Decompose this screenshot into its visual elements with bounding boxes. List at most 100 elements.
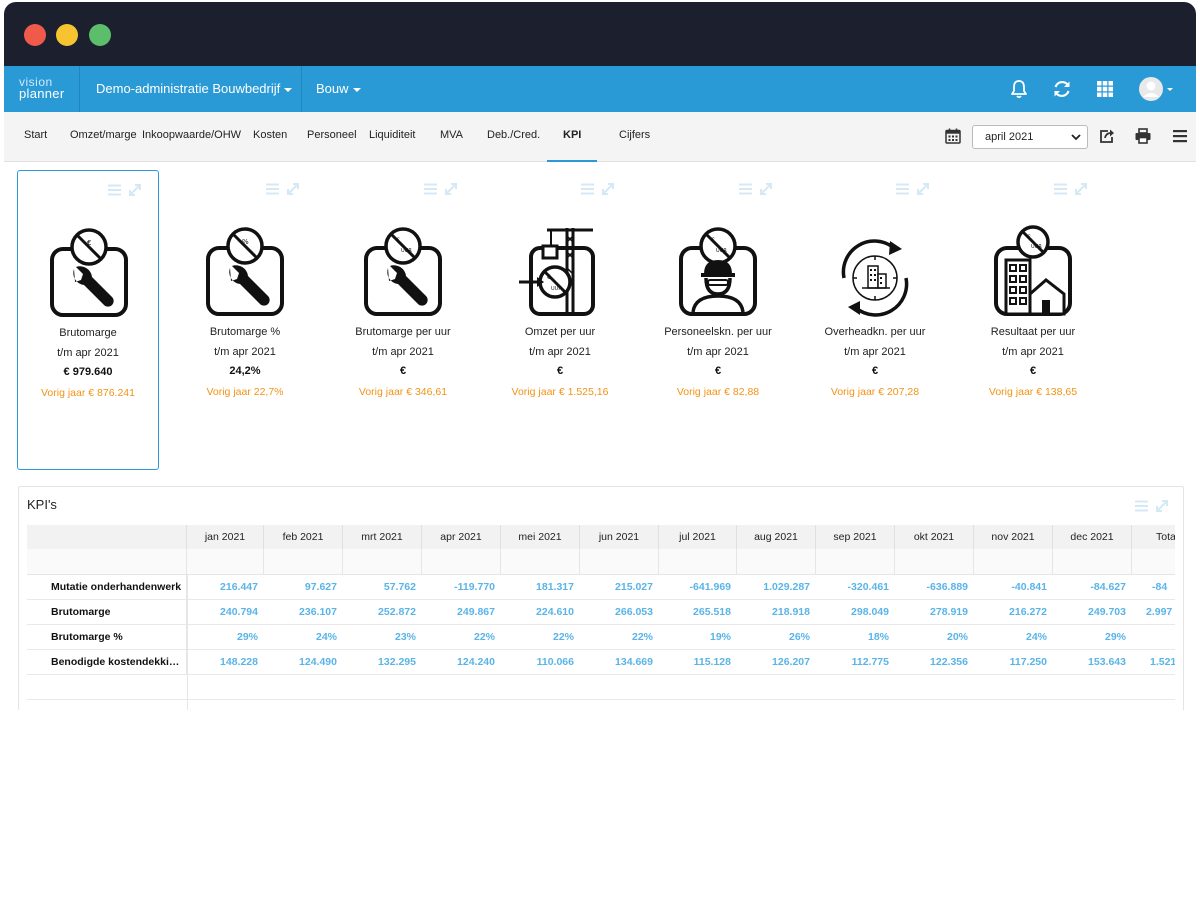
table-cell[interactable]: -320.461	[816, 575, 895, 600]
kpi-card-brutomarge-pct[interactable]: % Brutomarge % t/m apr 2021 24,2% Vorig …	[174, 170, 316, 470]
expand-icon[interactable]	[129, 184, 141, 196]
table-cell[interactable]: 19%	[659, 625, 737, 650]
table-cell[interactable]: 215.027	[580, 575, 659, 600]
tab-start[interactable]: Start	[24, 112, 47, 162]
list-icon[interactable]	[424, 183, 437, 195]
column-header[interactable]: jan 2021	[187, 525, 264, 549]
column-header[interactable]: mrt 2021	[343, 525, 422, 549]
table-cell[interactable]: 126.207	[737, 650, 816, 675]
table-cell[interactable]: -119.770	[422, 575, 501, 600]
table-cell[interactable]: -636.889	[895, 575, 974, 600]
list-icon[interactable]	[1135, 500, 1148, 512]
table-cell[interactable]: 218.918	[737, 600, 816, 625]
table-cell[interactable]: 1.521	[1132, 650, 1175, 675]
list-icon[interactable]	[581, 183, 594, 195]
table-cell[interactable]: -84.627	[1053, 575, 1132, 600]
table-cell[interactable]: 22%	[580, 625, 659, 650]
table-cell[interactable]: 22%	[422, 625, 501, 650]
column-header[interactable]: jul 2021	[659, 525, 737, 549]
table-cell[interactable]: -40.841	[974, 575, 1053, 600]
export-icon[interactable]	[1098, 127, 1116, 145]
menu-icon[interactable]	[1171, 127, 1189, 145]
expand-icon[interactable]	[917, 183, 929, 195]
column-header[interactable]: sep 2021	[816, 525, 895, 549]
table-cell[interactable]: 249.703	[1053, 600, 1132, 625]
maximize-window-button[interactable]	[89, 24, 111, 46]
column-header[interactable]: apr 2021	[422, 525, 501, 549]
table-row[interactable]: Brutomarge 240.794 236.107 252.872 249.8…	[27, 600, 1175, 625]
table-cell[interactable]	[1132, 625, 1175, 650]
table-cell[interactable]: 153.643	[1053, 650, 1132, 675]
column-header[interactable]: feb 2021	[264, 525, 343, 549]
table-cell[interactable]: 97.627	[264, 575, 343, 600]
kpi-card-brutomarge-per-uur[interactable]: € UUR Brutomarge per uur t/m apr 2021 € …	[332, 170, 474, 470]
minimize-window-button[interactable]	[56, 24, 78, 46]
table-cell[interactable]: 134.669	[580, 650, 659, 675]
table-row[interactable]: Mutatie onderhandenwerk 216.447 97.627 5…	[27, 575, 1175, 600]
module-dropdown[interactable]: Bouw	[302, 66, 361, 112]
table-cell[interactable]: 1.029.287	[737, 575, 816, 600]
table-cell[interactable]: 249.867	[422, 600, 501, 625]
kpi-card-overheadkn-per-uur[interactable]: Overheadkn. per uur t/m apr 2021 € Vorig…	[804, 170, 946, 470]
table-cell[interactable]: 266.053	[580, 600, 659, 625]
table-cell[interactable]: 24%	[264, 625, 343, 650]
administration-dropdown[interactable]: Demo-administratie Bouwbedrijf	[80, 66, 302, 112]
table-cell[interactable]: 22%	[501, 625, 580, 650]
table-cell[interactable]: 124.240	[422, 650, 501, 675]
table-cell[interactable]: 117.250	[974, 650, 1053, 675]
table-row[interactable]: Brutomarge % 29% 24% 23% 22% 22% 22% 19%…	[27, 625, 1175, 650]
table-cell[interactable]: 115.128	[659, 650, 737, 675]
table-cell[interactable]: 26%	[737, 625, 816, 650]
table-row[interactable]: Benodigde kostendekki… 148.228 124.490 1…	[27, 650, 1175, 675]
table-cell[interactable]: 298.049	[816, 600, 895, 625]
column-header[interactable]: Totaa	[1132, 525, 1175, 549]
vision-planner-logo[interactable]: vision planner	[4, 66, 80, 112]
tab-kosten[interactable]: Kosten	[253, 112, 287, 162]
table-cell[interactable]: 216.272	[974, 600, 1053, 625]
table-cell[interactable]: -84	[1132, 575, 1175, 600]
column-header[interactable]: jun 2021	[580, 525, 659, 549]
table-cell[interactable]: 24%	[974, 625, 1053, 650]
print-icon[interactable]	[1134, 127, 1152, 145]
column-header[interactable]: mei 2021	[501, 525, 580, 549]
table-cell[interactable]: 57.762	[343, 575, 422, 600]
list-icon[interactable]	[739, 183, 752, 195]
list-icon[interactable]	[266, 183, 279, 195]
column-header[interactable]: okt 2021	[895, 525, 974, 549]
tab-kpi[interactable]: KPI	[547, 112, 598, 162]
tab-cijfers[interactable]: Cijfers	[619, 112, 650, 162]
expand-icon[interactable]	[445, 183, 457, 195]
refresh-icon[interactable]	[1051, 78, 1073, 100]
tab-inkoopwaarde-ohw[interactable]: Inkoopwaarde/OHW	[142, 112, 241, 162]
expand-icon[interactable]	[1075, 183, 1087, 195]
table-cell[interactable]: 224.610	[501, 600, 580, 625]
calendar-icon[interactable]	[944, 127, 962, 145]
table-cell[interactable]: 2.997	[1132, 600, 1175, 625]
column-header[interactable]: aug 2021	[737, 525, 816, 549]
table-cell[interactable]: 236.107	[264, 600, 343, 625]
table-cell[interactable]: 278.919	[895, 600, 974, 625]
table-cell[interactable]: 124.490	[264, 650, 343, 675]
table-cell[interactable]: 110.066	[501, 650, 580, 675]
kpi-card-omzet-per-uur[interactable]: € UUR Omzet per uur t/m apr 2021 € Vorig…	[489, 170, 631, 470]
column-header[interactable]: dec 2021	[1053, 525, 1132, 549]
table-cell[interactable]: 122.356	[895, 650, 974, 675]
apps-grid-icon[interactable]	[1094, 78, 1116, 100]
tab-omzet-marge[interactable]: Omzet/marge	[70, 112, 137, 162]
tab-liquiditeit[interactable]: Liquiditeit	[369, 112, 415, 162]
table-cell[interactable]: 29%	[187, 625, 264, 650]
table-cell[interactable]: 23%	[343, 625, 422, 650]
table-cell[interactable]: 252.872	[343, 600, 422, 625]
table-cell[interactable]: -641.969	[659, 575, 737, 600]
table-cell[interactable]: 132.295	[343, 650, 422, 675]
expand-icon[interactable]	[602, 183, 614, 195]
kpi-card-resultaat-per-uur[interactable]: € UUR Resultaat per uur t/m apr 2021 € V…	[962, 170, 1104, 470]
kpi-card-brutomarge[interactable]: € Brutomarge t/m apr 2021 € 979.640 Vori…	[17, 170, 159, 470]
table-cell[interactable]: 29%	[1053, 625, 1132, 650]
list-icon[interactable]	[896, 183, 909, 195]
list-icon[interactable]	[108, 184, 121, 196]
table-cell[interactable]: 240.794	[187, 600, 264, 625]
kpi-card-personeelskn-per-uur[interactable]: € UUR Personeelskn. per uur t/m apr 2021…	[647, 170, 789, 470]
expand-icon[interactable]	[1156, 500, 1168, 512]
expand-icon[interactable]	[287, 183, 299, 195]
